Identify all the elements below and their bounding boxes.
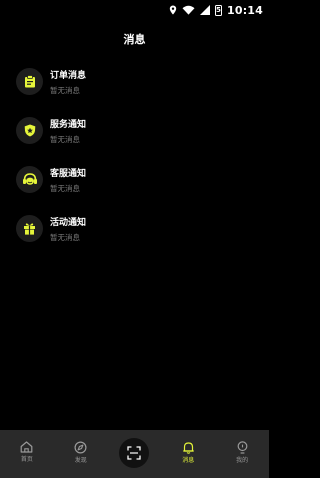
page-title: 消息 [123, 33, 146, 46]
tab-profile[interactable]: 我的 [215, 430, 269, 478]
message-subtitle: 暂无消息 [50, 184, 80, 193]
status-time: 10:14 [226, 3, 263, 17]
message-item-activity[interactable]: 活动通知 暂无消息 [0, 213, 269, 262]
scan-icon [127, 446, 142, 460]
message-item-service[interactable]: 服务通知 暂无消息 [0, 115, 269, 164]
tab-label: 发现 [74, 457, 87, 464]
location-icon [169, 5, 177, 15]
message-item-customer-service[interactable]: 客服通知 暂无消息 [0, 164, 269, 213]
bell-icon [182, 442, 194, 454]
message-subtitle: 暂无消息 [50, 233, 80, 242]
message-title: 服务通知 [50, 120, 87, 130]
scan-button[interactable] [119, 438, 150, 468]
wifi-icon [182, 5, 195, 15]
status-bar: 5 10:14 [0, 0, 269, 20]
message-title: 订单消息 [50, 71, 87, 81]
tab-scan[interactable] [108, 430, 162, 478]
bottom-tab-bar: 首页 发现 消息 我的 [0, 430, 269, 478]
message-title: 活动通知 [50, 218, 87, 228]
home-icon [20, 441, 33, 453]
message-title: 客服通知 [50, 169, 87, 179]
signal-icon [199, 5, 210, 15]
battery-icon: 5 [214, 4, 222, 16]
message-subtitle: 暂无消息 [50, 135, 80, 144]
tab-discover[interactable]: 发现 [54, 430, 108, 478]
order-clipboard-icon [16, 68, 43, 95]
message-list: 订单消息 暂无消息 服务通知 暂无消息 客服通知 暂无消息 活动通知 暂无消息 [0, 66, 269, 262]
activity-gift-icon [16, 215, 43, 242]
battery-level: 5 [216, 5, 221, 14]
service-shield-icon [16, 117, 43, 144]
discover-compass-icon [74, 441, 87, 454]
profile-icon [237, 441, 247, 454]
tab-home[interactable]: 首页 [0, 430, 54, 478]
tab-messages[interactable]: 消息 [161, 430, 215, 478]
tab-label: 消息 [182, 457, 195, 464]
message-subtitle: 暂无消息 [50, 86, 80, 95]
tab-label: 首页 [20, 456, 33, 463]
customer-service-headset-icon [16, 166, 43, 193]
tab-label: 我的 [236, 457, 249, 464]
message-item-order[interactable]: 订单消息 暂无消息 [0, 66, 269, 115]
